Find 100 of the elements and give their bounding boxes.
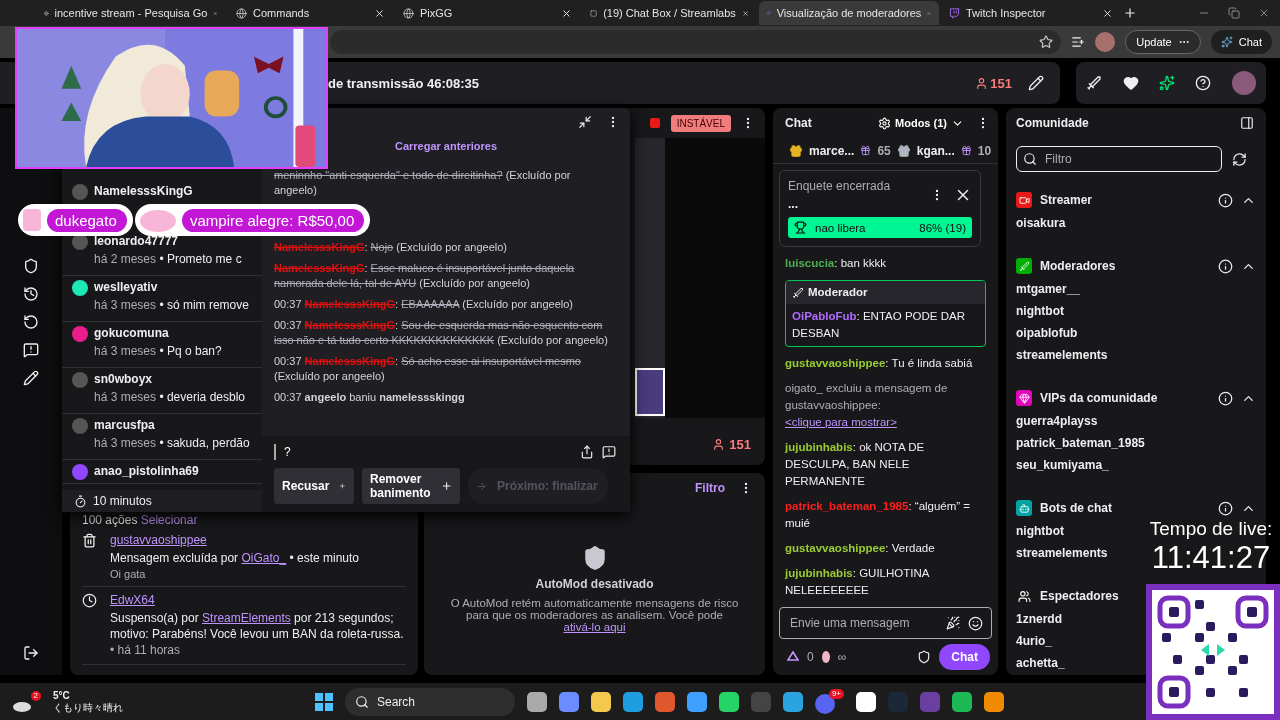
app-icon[interactable] — [623, 691, 643, 712]
info-icon[interactable] — [1218, 500, 1233, 516]
taskbar-search[interactable]: Search — [345, 687, 515, 716]
user-name[interactable]: streamelements — [1016, 546, 1108, 560]
share-icon[interactable] — [580, 445, 594, 459]
favorites-icon[interactable] — [1071, 35, 1086, 49]
send-button[interactable]: Chat — [939, 644, 990, 670]
user-name[interactable]: patrick_bateman_1985 — [1016, 436, 1145, 450]
exit-icon[interactable] — [23, 645, 39, 661]
browser-tab[interactable]: incentive stream - Pesquisa Go — [36, 1, 226, 25]
action-description: Suspenso(a) por StreamElements por 213 segundos; motivo: Parabéns! Você levou um BAN da roleta-russa. • há 11 horas — [110, 610, 405, 658]
app-icon[interactable] — [952, 691, 972, 712]
refresh-icon[interactable] — [1232, 151, 1247, 167]
automod-description: O AutoMod retém automaticamente mensagens de risco para que os moderadores as analisem. Você pode ativá-lo aqui — [449, 597, 740, 633]
enable-link[interactable]: ativá-lo aqui — [563, 621, 626, 633]
user-name[interactable]: achetta_ — [1016, 656, 1065, 670]
community-title: Comunidade — [1016, 116, 1089, 130]
username-link[interactable]: EdwX64 — [110, 593, 406, 608]
user-name[interactable]: 4urio_ — [1016, 634, 1052, 648]
favorite-icon[interactable] — [1039, 35, 1054, 49]
sword-icon[interactable] — [1086, 75, 1103, 91]
user-name[interactable]: streamelements — [1016, 348, 1108, 362]
user-name[interactable]: mtgamer__ — [1016, 282, 1081, 296]
viewer-count: 151 — [990, 75, 1012, 91]
update-button[interactable]: Update — [1125, 30, 1201, 54]
user-list-item[interactable]: marcusfpa há 3 meses • sakuda, perdão — [62, 414, 262, 460]
history-icon[interactable] — [23, 286, 39, 302]
user-name[interactable]: oisakura — [1016, 216, 1066, 230]
modes-button[interactable]: Modos (1) — [872, 115, 970, 131]
action-button[interactable]: Recusar — [274, 468, 354, 504]
browser-tab[interactable]: Visualização de moderadores — [759, 1, 939, 25]
chat-input[interactable]: Envie uma mensagem — [788, 615, 938, 631]
moderator-link[interactable]: OiGato_ — [241, 551, 287, 565]
report-icon[interactable] — [602, 445, 616, 459]
temperature: 5°C — [53, 689, 71, 702]
user-name[interactable]: seu_kumiyama_ — [1016, 458, 1109, 472]
close-window-icon[interactable] — [1258, 7, 1270, 19]
copilot-chat-button[interactable]: Chat — [1210, 30, 1272, 54]
help-icon[interactable] — [1195, 75, 1212, 91]
edit-icon[interactable] — [23, 370, 39, 386]
alert-text: vampire alegre: R$50,00 — [182, 208, 365, 232]
report-icon[interactable] — [23, 342, 39, 358]
party-icon[interactable] — [946, 616, 960, 630]
filter-box[interactable]: Filtro — [1016, 146, 1222, 172]
close-icon[interactable] — [1102, 7, 1113, 19]
user-list-item[interactable]: weslleyativ há 3 meses • só mim remove — [62, 276, 262, 322]
deleted-message: 00:37 NamelesssKingG: Sou de esquerda mas não esquento com isso não e tá tudo certo KKKKKKKKKKKKKK (Excluído por angeelo) — [274, 318, 609, 348]
rotate-icon[interactable] — [23, 314, 39, 330]
show-message-link[interactable]: <clique para mostrar> — [785, 416, 897, 428]
user-list-item[interactable]: gokucomuna há 3 meses • Pq o ban? — [62, 322, 262, 368]
user-name[interactable]: nightbot — [1016, 304, 1064, 318]
filter-button[interactable]: Filtro — [695, 481, 725, 495]
shield-icon[interactable] — [917, 650, 932, 664]
message-field[interactable]: Envie uma mensagem — [779, 607, 992, 639]
browser-tab[interactable]: (19) Chat Box / Streamlabs — [582, 1, 757, 25]
shield-icon[interactable] — [23, 258, 39, 274]
sparkle-icon[interactable] — [1158, 75, 1175, 91]
user-name[interactable]: nightbot — [1016, 524, 1064, 538]
app-icon[interactable] — [527, 691, 547, 712]
app-icon[interactable] — [783, 691, 803, 712]
browser-tab[interactable]: PixGG — [395, 1, 580, 25]
app-icon[interactable] — [856, 691, 876, 712]
action-button[interactable]: Remover banimento — [362, 468, 460, 504]
start-icon[interactable] — [315, 692, 333, 711]
close-icon[interactable] — [374, 7, 385, 19]
browser-tab[interactable]: Twitch Inspector — [941, 1, 1121, 25]
profile-avatar-icon[interactable] — [1095, 32, 1116, 52]
collapse-icon[interactable] — [578, 115, 592, 129]
restore-icon[interactable] — [1228, 7, 1240, 19]
app-icon[interactable] — [719, 691, 739, 712]
plus-icon — [440, 479, 452, 493]
username: leonardo47777 — [94, 234, 180, 248]
username-link[interactable]: gustavvaoshippee — [110, 533, 406, 548]
info-icon[interactable] — [1218, 258, 1233, 274]
load-more-button[interactable]: Carregar anteriores — [390, 136, 502, 156]
trash-icon — [82, 533, 97, 548]
app-icon[interactable] — [984, 691, 1004, 712]
app-icon[interactable] — [687, 691, 707, 712]
user-name[interactable]: 1znerdd — [1016, 612, 1062, 626]
profile-avatar-icon[interactable] — [1231, 71, 1256, 95]
user-list-item[interactable]: NamelesssKingG — [62, 180, 262, 204]
status-badge: INSTÁVEL — [670, 114, 731, 132]
heart-icon[interactable] — [1122, 75, 1139, 91]
moderator-link[interactable]: StreamElements — [202, 611, 291, 625]
close-icon[interactable] — [561, 7, 572, 19]
info-icon[interactable] — [1218, 192, 1233, 208]
message-preview: há 3 meses • só mim remove — [94, 298, 249, 312]
user-name[interactable]: guerra4playss — [1016, 414, 1098, 428]
user-list-item[interactable]: anao_pistolinha69 — [62, 460, 262, 484]
new-tab-icon[interactable] — [1123, 6, 1137, 20]
filter-field[interactable]: Filtro — [1043, 151, 1213, 167]
info-icon[interactable] — [1218, 390, 1233, 406]
browser-tab[interactable]: Commands — [228, 1, 393, 25]
app-icon[interactable] — [591, 691, 611, 712]
emoji-icon[interactable] — [968, 615, 983, 631]
user-name[interactable]: oipablofub — [1016, 326, 1078, 340]
user-list-item[interactable]: sn0wboyx há 3 meses • deveria desblo — [62, 368, 262, 414]
reply-field[interactable]: ? — [274, 444, 572, 460]
panel-icon[interactable] — [1240, 116, 1254, 130]
edit-icon[interactable] — [1028, 75, 1044, 91]
